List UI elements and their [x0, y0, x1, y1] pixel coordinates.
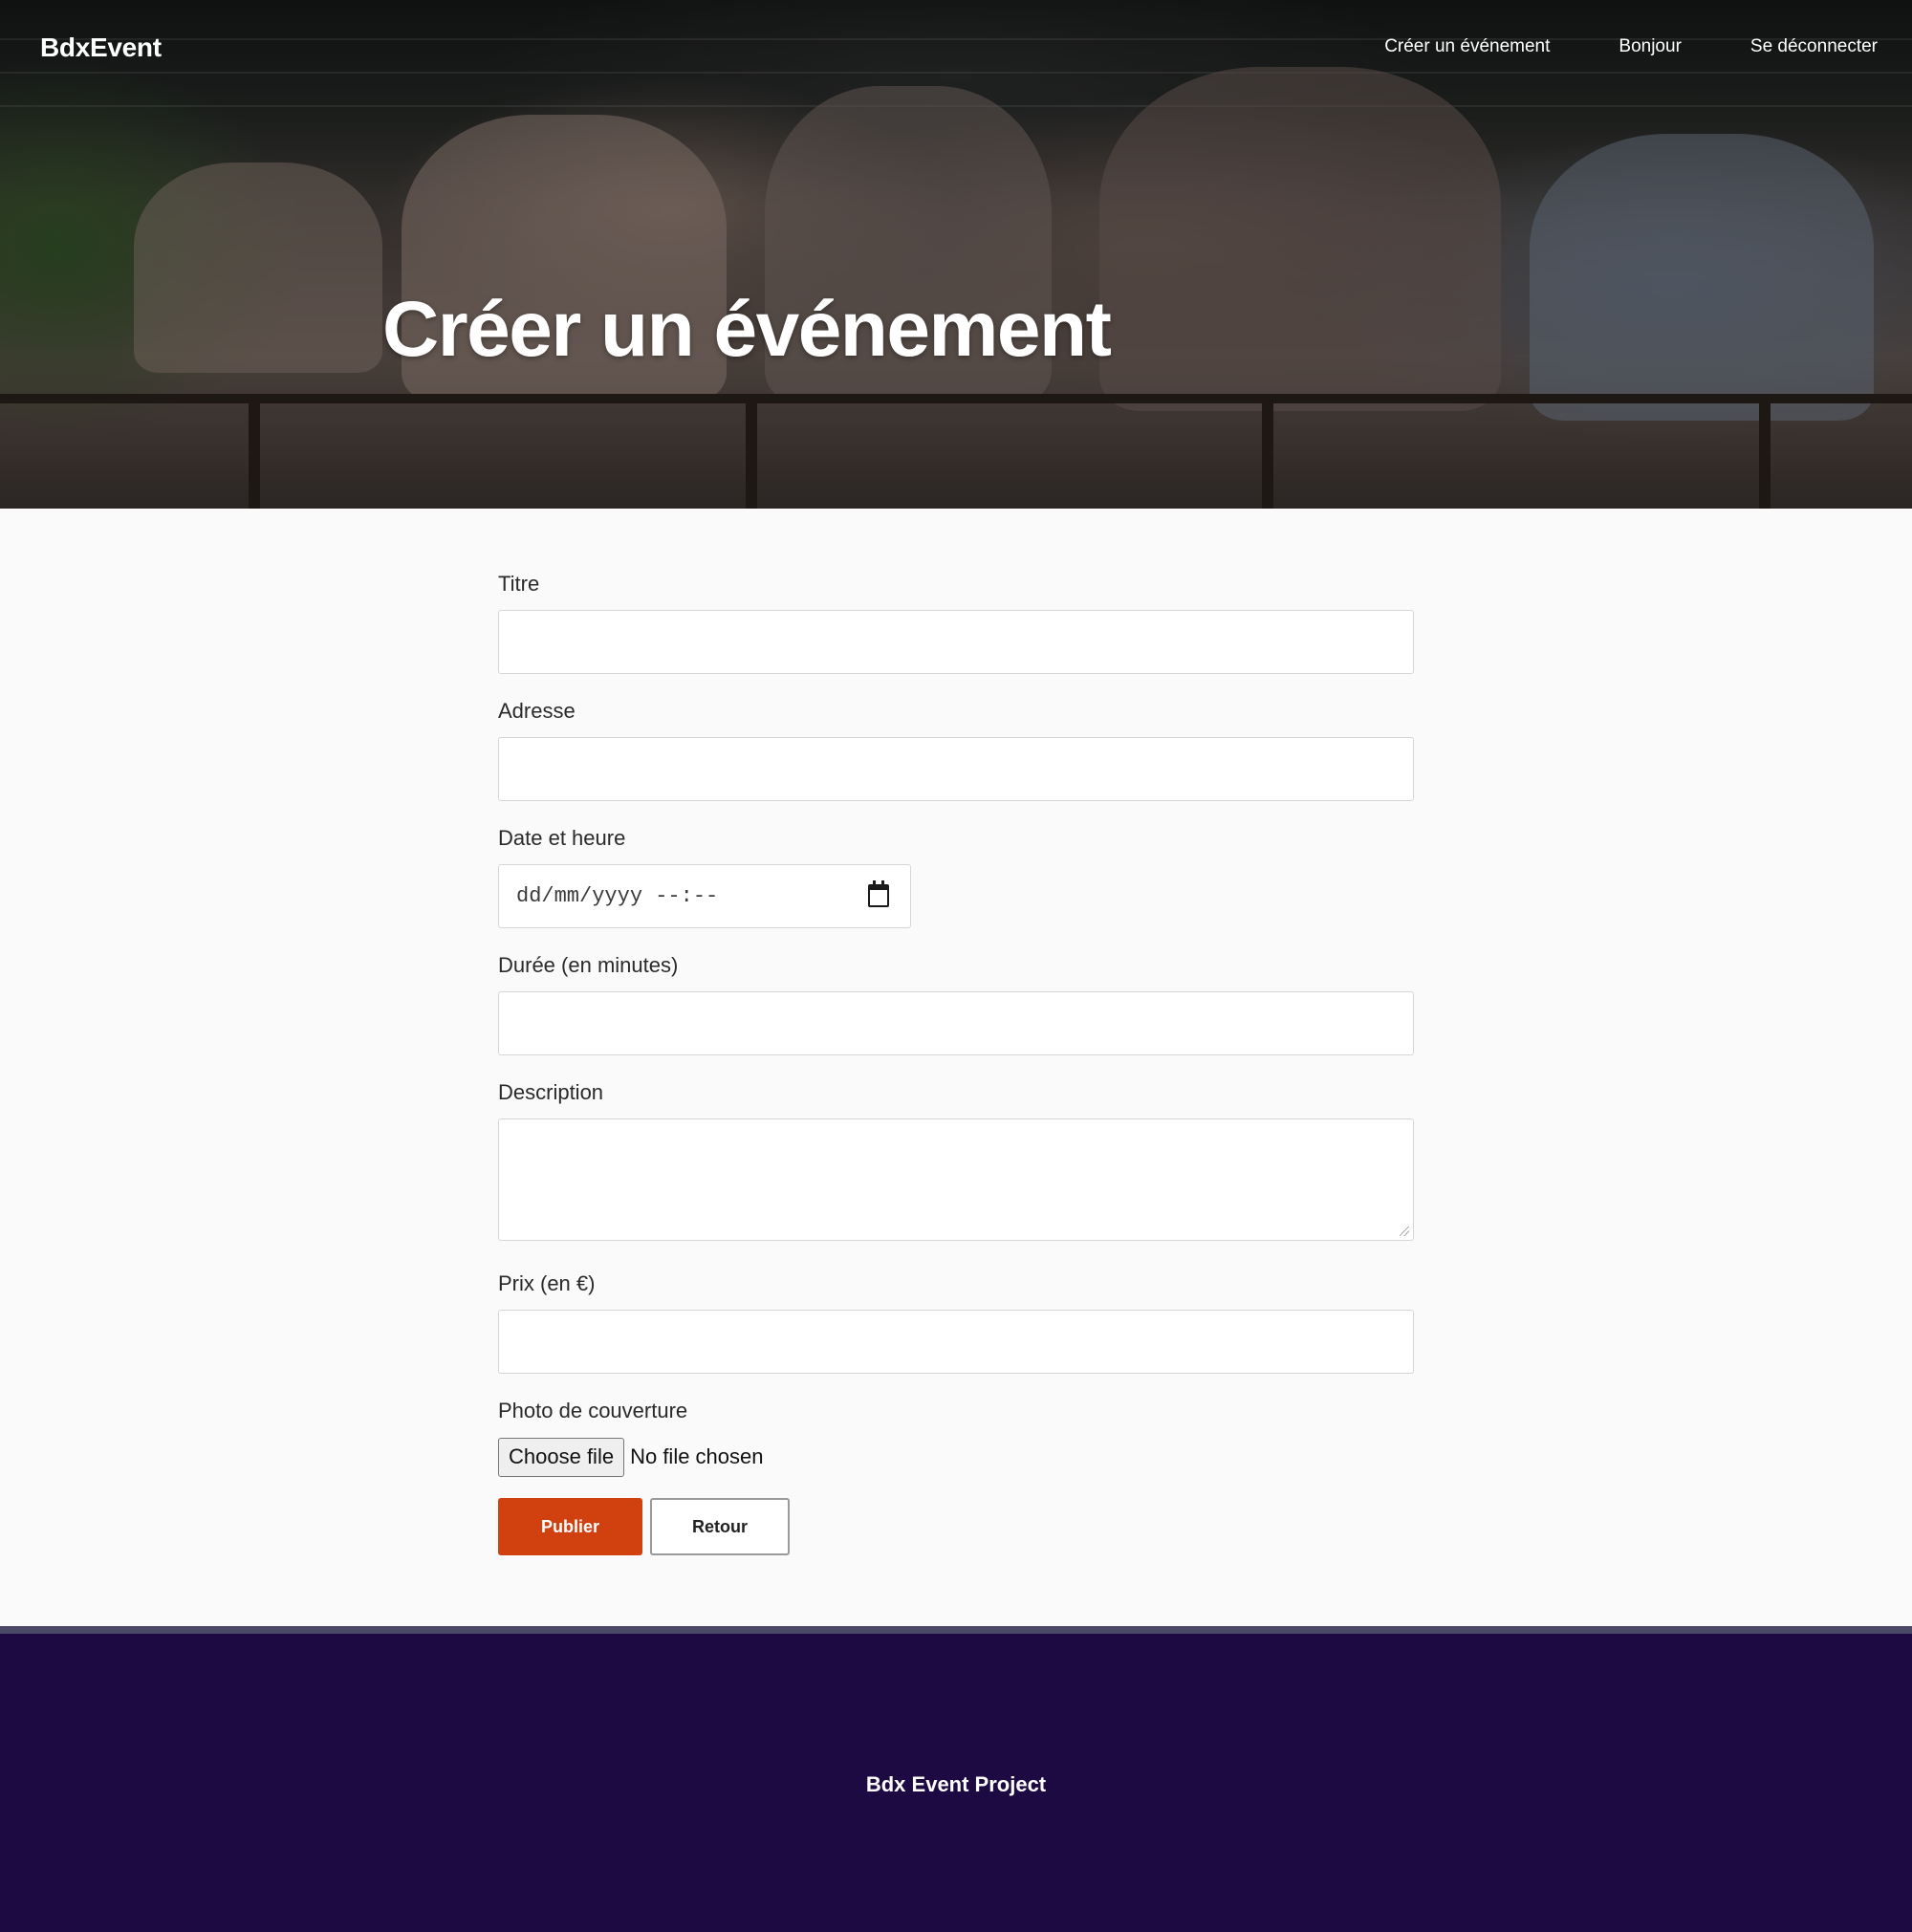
- hero-photo-detail: [746, 394, 757, 509]
- page-title: Créer un événement: [382, 286, 1112, 373]
- hero-photo-detail: [134, 163, 382, 373]
- hero-photo-detail: [0, 394, 1912, 403]
- duration-label: Durée (en minutes): [498, 953, 679, 977]
- create-event-form: Titre Adresse Date et heure dd/mm/yyyy -…: [498, 572, 1414, 1555]
- file-status: No file chosen: [630, 1444, 764, 1468]
- price-field: Prix (en €): [498, 1271, 1414, 1374]
- datetime-label: Date et heure: [498, 826, 626, 850]
- address-input[interactable]: [498, 737, 1414, 801]
- footer-divider: [0, 1626, 1912, 1634]
- description-textarea[interactable]: [498, 1118, 1414, 1241]
- file-picker: Choose file No file chosen: [498, 1437, 1414, 1477]
- address-field: Adresse: [498, 699, 1414, 801]
- hero-photo-detail: [249, 394, 260, 509]
- publish-button[interactable]: Publier: [498, 1498, 642, 1555]
- brand-logo[interactable]: BdxEvent: [40, 33, 162, 63]
- hero-photo-detail: [0, 72, 1912, 74]
- hero-photo-detail: [1262, 394, 1273, 509]
- form-actions: Publier Retour: [498, 1498, 1414, 1555]
- nav-greeting-link[interactable]: Bonjour: [1619, 36, 1682, 57]
- hero-banner: BdxEvent Créer un événement Bonjour Se d…: [0, 0, 1912, 509]
- title-field: Titre: [498, 572, 1414, 674]
- description-field: Description: [498, 1080, 1414, 1241]
- description-label: Description: [498, 1080, 604, 1104]
- hero-photo-detail: [1099, 67, 1501, 411]
- top-nav: Créer un événement Bonjour Se déconnecte…: [1384, 36, 1878, 57]
- cover-photo-field: Photo de couverture Choose file No file …: [498, 1399, 1414, 1477]
- datetime-input[interactable]: dd/mm/yyyy --:--: [498, 864, 911, 928]
- footer: Bdx Event Project: [0, 1634, 1912, 1932]
- address-label: Adresse: [498, 699, 576, 723]
- calendar-icon[interactable]: [868, 880, 889, 907]
- duration-field: Durée (en minutes): [498, 953, 1414, 1055]
- price-input[interactable]: [498, 1310, 1414, 1374]
- price-label: Prix (en €): [498, 1271, 596, 1295]
- datetime-field: Date et heure dd/mm/yyyy --:--: [498, 826, 1414, 928]
- title-input[interactable]: [498, 610, 1414, 674]
- hero-photo-detail: [1530, 134, 1874, 421]
- hero-photo-detail: [1759, 394, 1771, 509]
- nav-logout-link[interactable]: Se déconnecter: [1750, 36, 1878, 57]
- title-label: Titre: [498, 572, 540, 596]
- nav-create-event-link[interactable]: Créer un événement: [1384, 36, 1550, 57]
- duration-input[interactable]: [498, 991, 1414, 1055]
- footer-text: Bdx Event Project: [865, 1772, 1047, 1796]
- cover-photo-label: Photo de couverture: [498, 1399, 688, 1422]
- resize-handle-icon[interactable]: [1400, 1226, 1409, 1236]
- choose-file-button[interactable]: Choose file: [498, 1437, 625, 1477]
- back-button[interactable]: Retour: [650, 1498, 790, 1555]
- datetime-placeholder: dd/mm/yyyy --:--: [516, 884, 719, 908]
